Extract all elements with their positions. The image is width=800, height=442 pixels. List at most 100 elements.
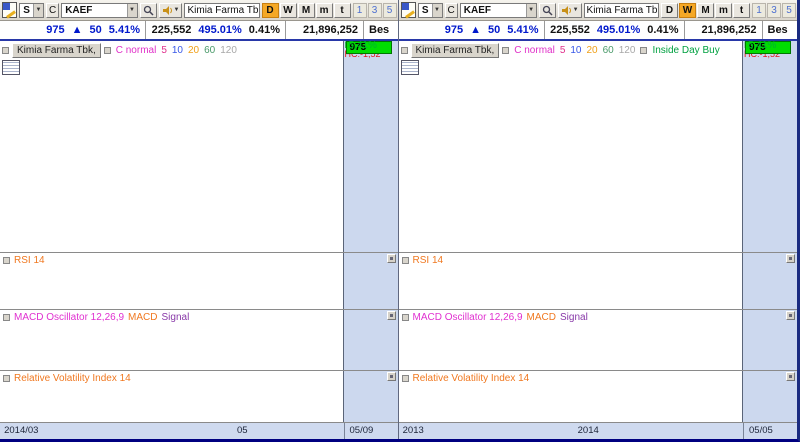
x-axis-label: 05 (237, 425, 248, 437)
quote-row: 975 ▲ 50 5.41% 225,552 495.01% 0.41% 21,… (0, 21, 398, 41)
legend-ma120: 120 (618, 45, 636, 56)
symbol-name-field[interactable]: Kimia Farma Tbk (583, 2, 659, 18)
rvi-label: Relative Volatility Index 14 (14, 373, 131, 385)
window-icon[interactable] (103, 47, 111, 54)
macd-line-label: MACD (128, 312, 158, 324)
draw-tool-icon[interactable] (2, 2, 18, 18)
period-button-m[interactable]: m (315, 2, 333, 18)
legend-ma120: 120 (220, 45, 237, 56)
bars-button-5[interactable]: 5 (382, 2, 397, 18)
macd-signal-label: Signal (560, 312, 588, 324)
bars-button-3[interactable]: 3 (367, 2, 382, 18)
rsi-axis[interactable] (342, 253, 398, 310)
chart-tab[interactable]: Kimia Farma Tbk, (410, 43, 500, 58)
period-button-D[interactable]: D (661, 2, 678, 18)
minimize-icon[interactable] (386, 311, 396, 321)
period-button-W[interactable]: W (279, 2, 297, 18)
rsi-axis[interactable] (742, 253, 797, 310)
last-date-label: 05/05 (743, 423, 797, 439)
macd-axis[interactable] (342, 310, 398, 371)
rsi-plot[interactable]: RSI 14 (0, 253, 343, 310)
legend-ma20: 20 (188, 45, 200, 56)
best-label: Bes (369, 24, 390, 36)
x-axis-label: 2013 (402, 425, 424, 437)
rsi-label: RSI 14 (14, 255, 45, 267)
chart-panel-daily: S ▼ C KAEF ▼ ▼ Kimia Farma Tbk DWMmt 135… (0, 0, 399, 439)
legend-signal-name: Inside Day Buy (652, 45, 720, 56)
legend-price: C normal (514, 45, 555, 56)
symbol-value: KAEF (463, 4, 491, 16)
series-style-select[interactable]: S ▼ (19, 2, 44, 18)
value-pct2: 0.41% (647, 24, 679, 36)
window-icon[interactable] (401, 375, 409, 383)
best-label: Bes (767, 24, 788, 36)
time-axis[interactable]: 2014/03 05 05/09 (0, 422, 398, 439)
chart-type-button[interactable]: C (444, 2, 458, 18)
macd-plot[interactable]: MACD Oscillator 12,26,9 MACD Signal (0, 310, 343, 371)
chevron-down-icon: ▼ (525, 3, 536, 17)
minimize-icon[interactable] (386, 254, 396, 264)
minimize-icon[interactable] (786, 254, 795, 264)
period-button-m[interactable]: m (715, 2, 732, 18)
bars-button-5[interactable]: 5 (782, 2, 796, 18)
window-icon[interactable] (2, 47, 9, 54)
value-pct: 495.01% (596, 24, 641, 36)
chart-type-button[interactable]: C (45, 2, 60, 18)
series-style-select[interactable]: S ▼ (417, 2, 443, 18)
period-button-W[interactable]: W (679, 2, 696, 18)
window-icon[interactable] (400, 47, 408, 54)
traded-value: 225,552 (151, 24, 192, 36)
ma-legend: C normal 5 10 20 60 120 (103, 45, 237, 56)
time-axis[interactable]: 2013 2014 05/05 (398, 422, 797, 439)
legend-ma20: 20 (586, 45, 598, 56)
period-button-t[interactable]: t (333, 2, 351, 18)
minimize-icon[interactable] (786, 372, 795, 382)
macd-axis[interactable] (742, 310, 797, 371)
rvi-row: Relative Volatility Index 14 (398, 370, 797, 423)
rvi-plot[interactable]: Relative Volatility Index 14 (398, 371, 742, 423)
price-plot[interactable]: Kimia Farma Tbk, C normal 5 10 20 60 120… (398, 41, 742, 253)
window-icon[interactable] (3, 375, 10, 383)
legend-ma10: 10 (171, 45, 183, 56)
period-button-M[interactable]: M (297, 2, 315, 18)
minimize-icon[interactable] (786, 311, 795, 321)
macd-plot[interactable]: MACD Oscillator 12,26,9 MACD Signal (398, 310, 742, 371)
window-icon[interactable] (3, 314, 10, 322)
price-plot[interactable]: Kimia Farma Tbk, C normal 5 10 20 60 120 (0, 41, 343, 253)
period-buttons: DWMmt (261, 2, 351, 18)
period-button-D[interactable]: D (261, 2, 279, 18)
grid-tool-icon[interactable] (400, 60, 419, 75)
grid-tool-icon[interactable] (2, 60, 20, 75)
price-axis[interactable]: LC:17,47 HC:-1,52 975 5,41% (342, 41, 398, 253)
search-icon[interactable] (538, 2, 556, 18)
macd-line-label: MACD (526, 312, 556, 324)
minimize-icon[interactable] (386, 372, 396, 382)
last-price: 975 (444, 24, 464, 36)
chart-tab[interactable]: Kimia Farma Tbk, (12, 43, 101, 58)
symbol-combo[interactable]: KAEF ▼ (61, 2, 138, 18)
window-icon[interactable] (401, 314, 409, 322)
x-axis-label: 2014/03 (4, 425, 39, 437)
draw-tool-icon[interactable] (400, 2, 416, 18)
rsi-plot[interactable]: RSI 14 (398, 253, 742, 310)
bars-button-3[interactable]: 3 (767, 2, 781, 18)
window-icon[interactable] (640, 47, 648, 54)
rvi-plot[interactable]: Relative Volatility Index 14 (0, 371, 343, 423)
period-button-t[interactable]: t (733, 2, 750, 18)
sound-alert-icon[interactable]: ▼ (158, 2, 183, 18)
bars-button-1[interactable]: 1 (752, 2, 766, 18)
bars-button-1[interactable]: 1 (352, 2, 367, 18)
rvi-axis[interactable] (742, 371, 797, 423)
traded-value: 225,552 (550, 24, 590, 36)
search-icon[interactable] (139, 2, 157, 18)
sound-alert-icon[interactable]: ▼ (557, 2, 582, 18)
period-button-M[interactable]: M (697, 2, 714, 18)
price-axis[interactable]: LC:132,14 HC:-1,52 975 5,41% (742, 41, 797, 253)
symbol-name-field[interactable]: Kimia Farma Tbk (184, 2, 260, 18)
window-icon[interactable] (3, 257, 10, 265)
symbol-combo[interactable]: KAEF ▼ (459, 2, 537, 18)
window-icon[interactable] (401, 257, 409, 265)
window-icon[interactable] (502, 47, 510, 54)
rvi-axis[interactable] (342, 371, 398, 423)
legend-ma5: 5 (161, 45, 167, 56)
